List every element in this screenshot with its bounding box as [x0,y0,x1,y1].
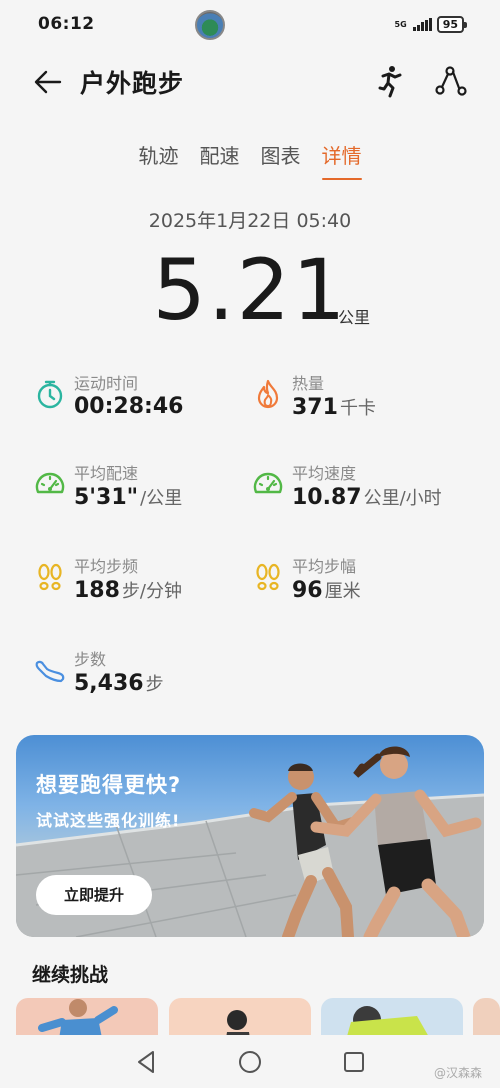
tab-bar: 轨迹 配速 图表 详情 [0,140,500,184]
metric-unit: 公里/小时 [363,488,442,509]
watermark: @汉森森 [433,1066,482,1080]
stopwatch-icon [37,380,63,409]
metric-value: 188 [74,578,120,603]
metric-label: 运动时间 [74,374,139,393]
tab-track[interactable]: 轨迹 [139,140,179,184]
signal-icon [412,18,432,31]
metric-avg-cadence: 平均步频 188 步/分钟 [34,553,244,613]
route-icon[interactable] [433,64,467,98]
metric-unit: 步/分钟 [121,581,183,602]
metric-value: 10.87 [292,485,362,510]
metric-value: 96 [292,578,323,603]
improve-now-button[interactable]: 立即提升 [36,875,152,915]
metric-value: 5,436 [74,671,144,696]
metric-label: 平均速度 [292,464,357,483]
metric-unit: /公里 [140,488,183,509]
nav-back-icon[interactable] [131,1047,161,1077]
nav-home-icon[interactable] [235,1047,265,1077]
tab-pace[interactable]: 配速 [200,140,240,184]
metric-unit: 千卡 [339,398,376,419]
metric-value: 371 [292,395,338,420]
banner-subtitle: 试试这些强化训练! [36,811,181,830]
system-nav-bar [0,1035,500,1088]
metric-value: 5'31" [74,485,139,510]
status-bar: 06:12 5G 95 [0,0,500,52]
distance-block: 5.21 公里 [0,244,500,336]
speedometer-icon [35,472,65,494]
metric-label: 步数 [74,650,107,669]
section-title-challenge: 继续挑战 [32,964,109,986]
network-type: 5G [394,19,407,29]
notification-avatar-icon [195,10,225,40]
status-indicators: 5G 95 [394,16,468,33]
metric-label: 平均配速 [74,464,139,483]
footprints-icon [38,563,62,591]
metric-duration: 运动时间 00:28:46 [34,370,244,430]
banner-title: 想要跑得更快? [36,773,182,797]
app-header: 户外跑步 [0,52,500,112]
distance-value: 5.21 [152,241,348,339]
metric-avg-stride: 平均步幅 96 厘米 [252,553,462,613]
metric-unit: 步 [145,674,164,695]
metric-value: 00:28:46 [74,394,184,419]
metric-label: 热量 [292,374,325,393]
back-arrow-icon[interactable] [32,66,64,98]
metric-steps: 步数 5,436 步 [34,646,244,706]
runner-icon[interactable] [372,64,406,98]
status-time: 06:12 [38,14,95,34]
metric-avg-speed: 平均速度 10.87 公里/小时 [252,460,482,520]
metric-label: 平均步幅 [292,557,357,576]
tab-details[interactable]: 详情 [321,140,362,184]
tab-charts[interactable]: 图表 [261,140,301,184]
page-title: 户外跑步 [80,69,185,98]
record-datetime: 2025年1月22日 05:40 [148,210,352,232]
battery-icon: 95 [436,16,468,33]
training-promo-banner[interactable]: 想要跑得更快? 试试这些强化训练! 立即提升 [16,735,484,937]
speedometer-icon [253,472,283,494]
metric-avg-pace: 平均配速 5'31"/公里 [34,460,244,520]
metric-label: 平均步频 [74,557,139,576]
metric-unit: 厘米 [324,581,361,602]
shoe-icon [35,660,65,683]
nav-recents-icon[interactable] [339,1047,369,1077]
distance-unit: 公里 [338,308,371,327]
flame-icon [257,379,279,409]
footprints-icon [256,563,280,591]
metric-calories: 热量 371 千卡 [252,370,462,430]
